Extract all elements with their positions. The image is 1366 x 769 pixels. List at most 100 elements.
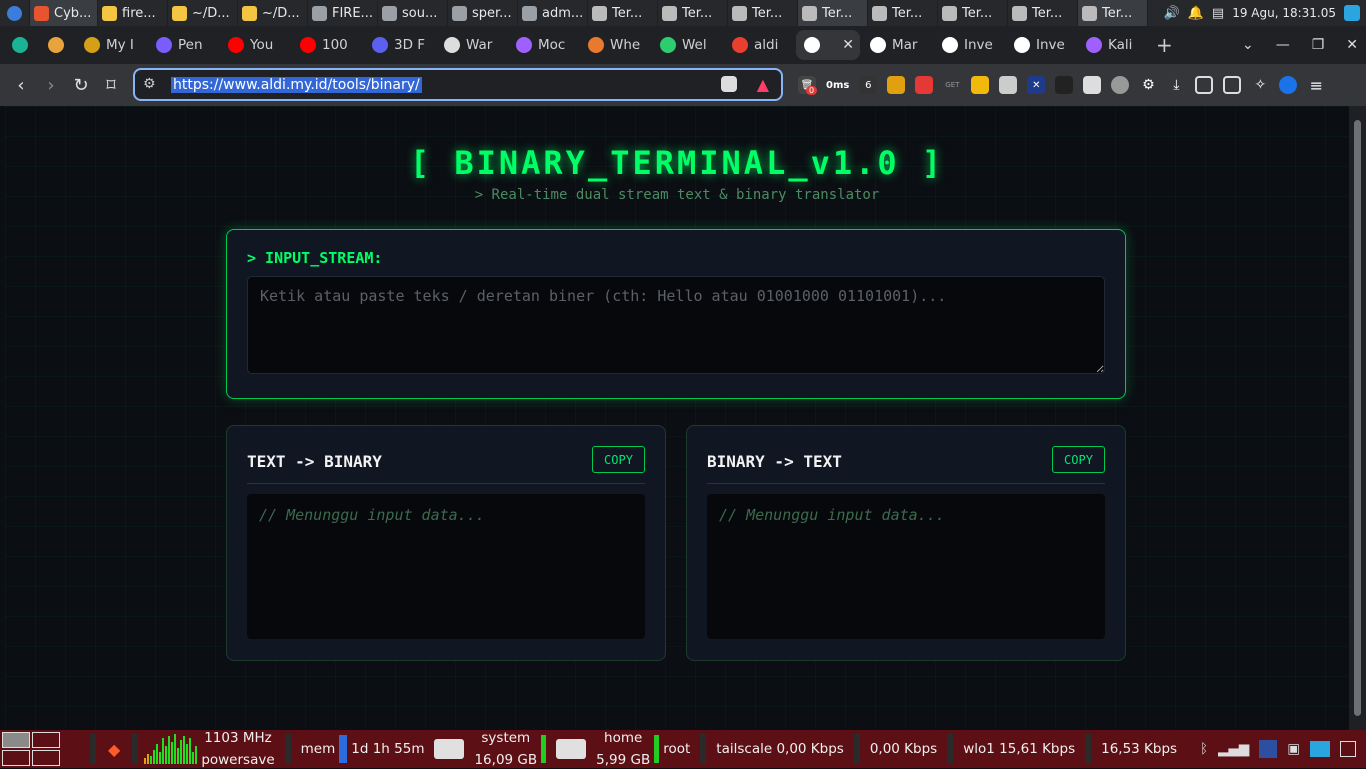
workspace-4[interactable] [32, 750, 60, 766]
extension-6-icon[interactable] [1055, 76, 1074, 94]
clipboard-tray-icon[interactable]: ▣ [1287, 741, 1300, 757]
taskbar-item-label: Cyb... [54, 5, 92, 21]
workspace-2[interactable] [32, 732, 60, 748]
disk-home-name: home [604, 729, 643, 746]
browser-tab[interactable]: Kali [1078, 30, 1148, 60]
get-crx-icon[interactable]: GET [943, 76, 961, 94]
browser-tab[interactable]: Pen [148, 30, 218, 60]
wifi-signal-icon[interactable]: ▂▄▆ [1218, 741, 1249, 757]
extension-5-icon[interactable]: ✕ [1027, 76, 1046, 94]
browser-tab[interactable]: Inve [934, 30, 1004, 60]
show-desktop-icon[interactable] [1340, 741, 1356, 757]
extension-7-icon[interactable] [1083, 76, 1102, 94]
tab-list-chevron-icon[interactable]: ⌄ [1242, 37, 1254, 53]
wallet-icon[interactable] [1223, 76, 1242, 94]
extension-2-icon[interactable] [887, 76, 906, 94]
browser-tab[interactable]: 100 [292, 30, 362, 60]
bluetooth-icon[interactable]: ᛒ [1200, 741, 1208, 757]
taskbar-item[interactable]: Ter... [728, 0, 798, 26]
trash-extension-icon[interactable]: 🗑 0 [798, 76, 818, 95]
tab-favicon-icon [660, 37, 676, 53]
copy-text-button[interactable]: COPY [1052, 446, 1105, 473]
brave-rewards-icon[interactable]: ▲ [757, 75, 769, 94]
taskbar-item[interactable]: Ter... [938, 0, 1008, 26]
browser-tab[interactable]: Mar [862, 30, 932, 60]
binary-output[interactable]: // Menunggu input data... [247, 494, 645, 639]
brave-shields-icon[interactable] [721, 76, 737, 92]
taskbar-item[interactable]: Ter... [868, 0, 938, 26]
profile-icon[interactable] [1279, 76, 1298, 94]
sidebar-icon[interactable] [1195, 76, 1214, 94]
workspace-1[interactable] [2, 732, 30, 748]
text-output[interactable]: // Menunggu input data... [707, 494, 1105, 639]
system-tray: 🔊 🔔 ▤ 19 Agu, 18:31.05 [1163, 0, 1366, 26]
back-button[interactable]: ‹ [6, 75, 36, 96]
taskbar-item[interactable]: adm... [518, 0, 588, 26]
browser-tab[interactable] [4, 30, 38, 60]
start-menu-button[interactable] [0, 0, 30, 26]
page-scrollbar[interactable] [1349, 106, 1366, 730]
brave-icon[interactable]: ◆ [108, 740, 120, 759]
cpu-freq-widget[interactable]: 1103 MHz powersave [201, 730, 274, 769]
taskbar-item[interactable]: FIRE... [308, 0, 378, 26]
disk-system-widget[interactable]: system 16,09 GB [474, 730, 537, 769]
root-label: root [663, 741, 691, 757]
clipboard-icon[interactable]: ▤ [1212, 6, 1224, 21]
site-info-icon[interactable]: ⚙ [143, 76, 156, 92]
leo-ai-icon[interactable]: ✧ [1251, 76, 1269, 94]
browser-tab[interactable] [40, 30, 74, 60]
url-text[interactable]: https://www.aldi.my.id/tools/binary/ [171, 76, 422, 93]
notification-bell-icon[interactable]: 🔔 [1188, 6, 1204, 21]
browser-tab[interactable]: You [220, 30, 290, 60]
network-manager-icon[interactable] [1310, 741, 1330, 757]
browser-tab[interactable]: Whe [580, 30, 650, 60]
copy-binary-button[interactable]: COPY [592, 446, 645, 473]
taskbar-item[interactable]: Ter... [1008, 0, 1078, 26]
extension-3-icon[interactable] [915, 76, 934, 94]
taskbar-item[interactable]: Ter... [1078, 0, 1148, 26]
workspace-3[interactable] [2, 750, 30, 766]
cursor-extension-icon[interactable] [999, 76, 1018, 94]
browser-tab[interactable]: ✕ [796, 30, 860, 60]
taskbar-item[interactable]: sou... [378, 0, 448, 26]
new-tab-button[interactable]: + [1156, 33, 1173, 57]
minimize-button[interactable]: — [1276, 37, 1290, 53]
browser-tab[interactable]: 3D F [364, 30, 434, 60]
taskbar-item[interactable]: ~/D... [168, 0, 238, 26]
taskbar-item[interactable]: Ter... [658, 0, 728, 26]
taskbar-item[interactable]: Ter... [798, 0, 868, 26]
clock[interactable]: 19 Agu, 18:31.05 [1232, 6, 1336, 20]
taskbar-item[interactable]: ~/D... [238, 0, 308, 26]
scroll-thumb[interactable] [1354, 120, 1361, 716]
color-picker-icon[interactable] [1344, 5, 1360, 21]
browser-tab[interactable]: Wel [652, 30, 722, 60]
reload-button[interactable]: ↻ [66, 75, 96, 96]
browser-tab[interactable]: aldi [724, 30, 794, 60]
forward-button[interactable]: › [36, 75, 66, 96]
input-stream-textarea[interactable] [247, 276, 1105, 374]
close-tab-icon[interactable]: ✕ [842, 37, 854, 53]
browser-tab[interactable]: War [436, 30, 506, 60]
extension-1-icon[interactable]: 6 [859, 76, 878, 94]
disk-home-widget[interactable]: home 5,99 GB [596, 730, 650, 769]
maximize-button[interactable]: ❐ [1312, 37, 1325, 53]
volume-icon[interactable]: 🔊 [1164, 6, 1180, 21]
taskbar-item[interactable]: sper... [448, 0, 518, 26]
record-icon[interactable] [1111, 76, 1130, 94]
taskbar-item[interactable]: Ter... [588, 0, 658, 26]
address-bar[interactable]: ⚙ https://www.aldi.my.id/tools/binary/ ▲ [133, 68, 783, 101]
menu-icon[interactable]: ≡ [1307, 76, 1325, 95]
download-icon[interactable]: ⤓ [1167, 76, 1185, 94]
timer-badge[interactable]: 0ms [826, 80, 849, 91]
shield-icon[interactable] [1259, 740, 1278, 758]
bookmark-icon[interactable]: ⌑ [96, 75, 126, 96]
close-window-button[interactable]: ✕ [1346, 37, 1358, 53]
workspace-pager[interactable] [2, 732, 60, 766]
taskbar-item[interactable]: fire... [98, 0, 168, 26]
browser-tab[interactable]: Moc [508, 30, 578, 60]
extension-4-icon[interactable] [971, 76, 990, 94]
extensions-puzzle-icon[interactable]: ⚙ [1139, 76, 1157, 94]
taskbar-item[interactable]: Cyb... [30, 0, 98, 26]
browser-tab[interactable]: My I [76, 30, 146, 60]
browser-tab[interactable]: Inve [1006, 30, 1076, 60]
